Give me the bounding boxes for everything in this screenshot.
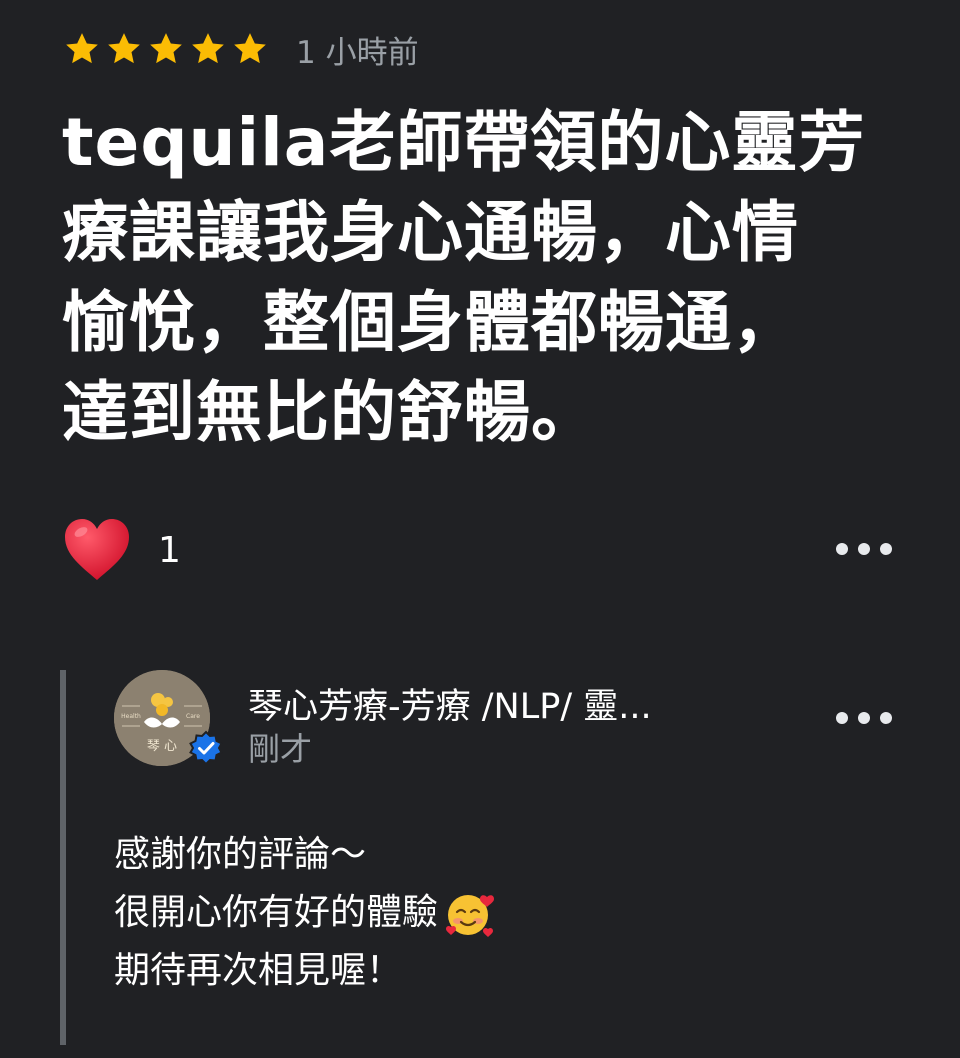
verified-badge-icon [188,730,224,766]
avatar-text-left: Health [121,713,141,720]
star-icon [146,29,186,69]
reply-text-segment: 感謝你的評論～ [114,834,367,875]
avatar-text-right: Care [186,713,200,720]
star-icon [62,29,102,69]
heart-icon[interactable] [62,517,132,583]
owner-name[interactable]: 琴心芳療-芳療 /NLP/ 靈... [248,678,652,729]
star-icon [188,29,228,69]
review-text-line: 療課讓我身心通暢，心情 [62,194,799,271]
reply-divider [60,670,66,1045]
review-text-line: 達到無比的舒暢。 [62,374,598,451]
review-text-line: 愉悅，整個身體都暢通， [62,284,799,361]
star-rating [62,29,270,69]
review-time: 1 小時前 [296,34,419,71]
rating-row: 1 小時前 [62,26,419,72]
star-icon [104,29,144,69]
star-icon [230,29,270,69]
reply-text-line: 期待再次相見喔！ [114,942,496,1000]
avatar-text-bottom: 琴 心 [147,739,177,754]
reply-text: 感謝你的評論～ 很開心你有好的體驗 期待再次相見喔！ [114,826,496,1000]
like-count: 1 [158,529,181,571]
reply-text-segment: 很開心你有好的體驗 [114,892,439,933]
review-text-line: tequila老師帶領的心靈芳 [62,104,866,181]
smiling-face-with-hearts-icon [444,887,496,939]
more-options-icon[interactable] [836,706,892,730]
review-text: tequila老師帶領的心靈芳 療課讓我身心通暢，心情 愉悅，整個身體都暢通， … [62,98,882,458]
reply-time: 剛才 [248,730,313,768]
reply-text-line: 感謝你的評論～ [114,826,496,884]
reply-text-segment: 期待再次相見喔！ [114,950,403,991]
reply-text-line: 很開心你有好的體驗 [114,884,496,942]
owner-reply: Health Care 琴 心 琴心芳療-芳療 /NLP/ 靈... 剛才 感謝… [60,670,940,1045]
more-options-icon[interactable] [836,537,892,561]
reaction-row: 1 [62,512,181,588]
